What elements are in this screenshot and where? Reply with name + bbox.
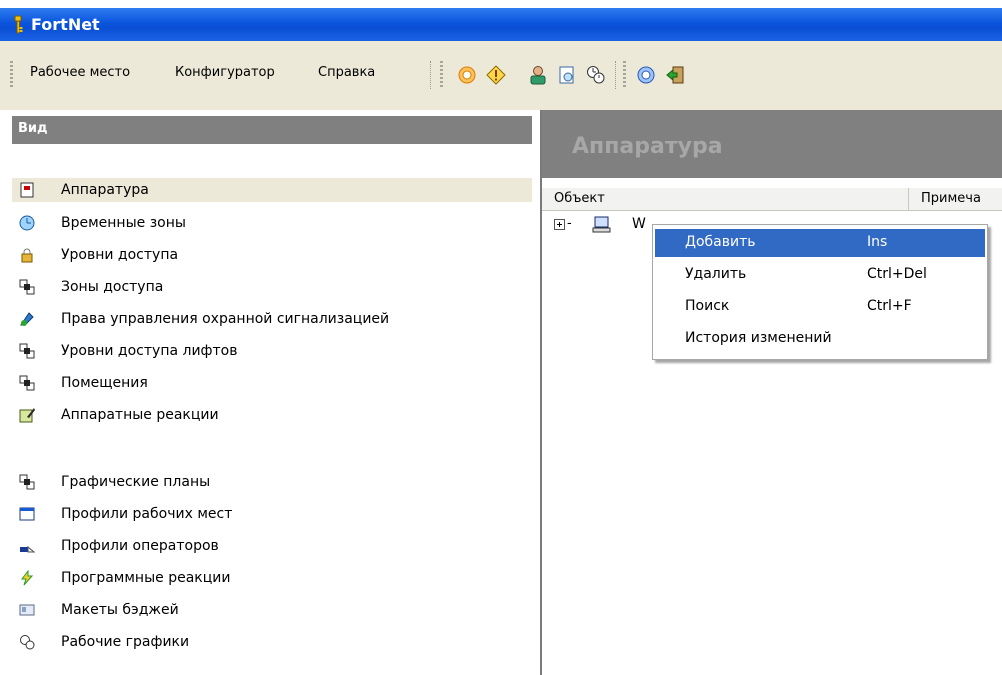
nav-item-access-zones[interactable]: Зоны доступа	[12, 275, 532, 299]
nav-item-badge-layouts[interactable]: Макеты бэджей	[12, 598, 532, 622]
nav-item-access-levels[interactable]: Уровни доступа	[12, 243, 532, 267]
zones-icon	[19, 343, 35, 359]
zones-icon	[19, 474, 35, 490]
content-header: Аппаратура	[542, 110, 1002, 178]
expand-plus-icon[interactable]	[554, 219, 565, 230]
reactions-icon	[19, 408, 35, 423]
menu-configurator[interactable]: Конфигуратор	[175, 65, 275, 80]
toolbar-separator	[430, 61, 432, 89]
device-icon	[20, 182, 34, 198]
tree-connector: -	[567, 216, 572, 231]
diamond-warning-icon[interactable]	[486, 65, 506, 85]
nav-item-rooms[interactable]: Помещения	[12, 371, 532, 395]
nav-item-alarm-rights[interactable]: Права управления охранной сигнализацией	[12, 307, 532, 331]
nav-item-work-schedules[interactable]: Рабочие графики	[12, 630, 532, 654]
menu-help[interactable]: Справка	[318, 65, 375, 80]
view-pane: Вид Аппаратура Временные зоны Уровни дос…	[0, 110, 542, 675]
exit-icon[interactable]	[665, 65, 685, 85]
zones-icon	[19, 279, 35, 295]
nav-item-workplace-profiles[interactable]: Профили рабочих мест	[12, 502, 532, 526]
nav-item-operator-profiles[interactable]: Профили операторов	[12, 534, 532, 558]
nav-item-elevator-levels[interactable]: Уровни доступа лифтов	[12, 339, 532, 363]
toolbar-separator	[615, 61, 617, 89]
title-bar[interactable]: FortNet	[0, 8, 1002, 41]
schedule-icon[interactable]	[586, 65, 606, 85]
menu-workplace[interactable]: Рабочее место	[30, 65, 130, 80]
lightning-icon	[21, 570, 34, 586]
nav-item-hardware-reactions[interactable]: Аппаратные реакции	[12, 403, 532, 427]
zones-icon	[19, 375, 35, 391]
operator-profile-icon	[20, 545, 35, 553]
top-cut-strip	[0, 0, 1002, 8]
toolbar-grip[interactable]	[440, 61, 443, 89]
window-icon	[19, 507, 35, 521]
nav-item-software-reactions[interactable]: Программные реакции	[12, 566, 532, 590]
schedule-icon	[20, 635, 35, 650]
tree-row-label: W	[632, 216, 646, 232]
view-header-label: Вид	[18, 121, 48, 136]
alarm-rights-icon	[20, 312, 34, 326]
column-header-object[interactable]: Объект	[542, 188, 908, 211]
lock-icon	[21, 248, 33, 263]
computer-icon	[592, 216, 611, 233]
gear-sun-icon[interactable]	[457, 65, 477, 85]
context-item-history[interactable]: История изменений	[655, 325, 985, 353]
column-header-note[interactable]: Примеча	[908, 188, 1002, 211]
nav-item-graphic-plans[interactable]: Графические планы	[12, 470, 532, 494]
help-icon[interactable]	[636, 65, 656, 85]
document-icon[interactable]	[557, 65, 577, 85]
badge-icon	[19, 604, 35, 616]
context-item-add[interactable]: Добавить Ins	[655, 229, 985, 257]
context-item-search[interactable]: Поиск Ctrl+F	[655, 293, 985, 321]
operator-icon[interactable]	[528, 65, 548, 85]
context-menu: Добавить Ins Удалить Ctrl+Del Поиск Ctrl…	[652, 224, 988, 360]
nav-item-hardware[interactable]: Аппаратура	[12, 178, 532, 202]
toolbar-grip[interactable]	[10, 61, 13, 89]
window-title: FortNet	[31, 15, 100, 34]
menu-toolbar: Рабочее место Конфигуратор Справка	[0, 41, 1002, 111]
hardware-pane: Аппаратура Объект Примеча - W	[542, 110, 1002, 675]
fortnet-key-icon	[14, 15, 23, 34]
clock-icon	[19, 215, 35, 231]
content-title: Аппаратура	[572, 134, 723, 159]
view-header: Вид	[12, 116, 532, 144]
nav-item-time-zones[interactable]: Временные зоны	[12, 211, 532, 235]
toolbar-grip[interactable]	[623, 61, 626, 89]
context-item-delete[interactable]: Удалить Ctrl+Del	[655, 261, 985, 289]
